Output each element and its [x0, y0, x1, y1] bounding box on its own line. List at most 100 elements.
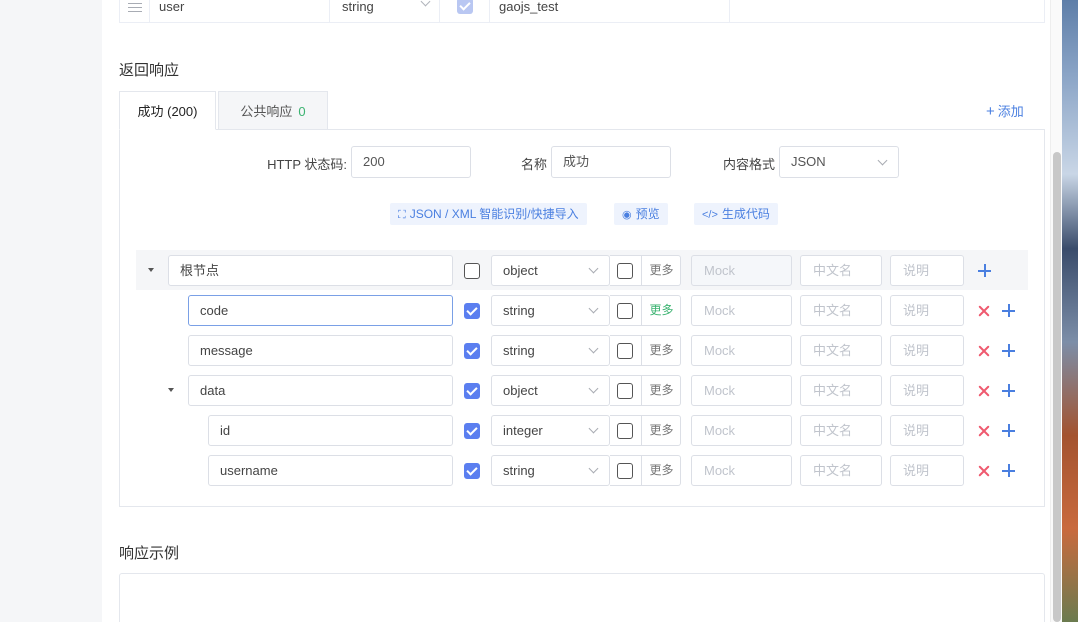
more-button[interactable]: 更多	[641, 416, 681, 445]
desc-input[interactable]: 说明	[890, 255, 964, 286]
tab-badge: 0	[298, 104, 306, 119]
add-child-icon[interactable]	[978, 264, 991, 277]
desc-input[interactable]: 说明	[890, 335, 964, 366]
add-sibling-icon[interactable]	[1002, 344, 1015, 357]
chevron-down-icon	[588, 383, 599, 394]
desc-input[interactable]: 说明	[890, 455, 964, 486]
chevron-down-icon	[877, 155, 888, 166]
scrollbar-thumb[interactable]	[1053, 152, 1061, 622]
field-name-input[interactable]: code	[188, 295, 453, 326]
example-section-title: 响应示例	[119, 545, 180, 562]
required-checkbox[interactable]	[464, 303, 480, 319]
add-sibling-icon[interactable]	[1002, 304, 1015, 317]
mock-input[interactable]: Mock	[691, 295, 792, 326]
cn-name-input[interactable]: 中文名	[800, 255, 882, 286]
required-checkbox[interactable]	[464, 423, 480, 439]
preview-label: 预览	[635, 207, 660, 221]
field-name-input[interactable]: id	[208, 415, 453, 446]
nullable-checkbox[interactable]	[617, 343, 633, 359]
more-cell: 更多	[610, 335, 681, 366]
param-name[interactable]: user	[150, 0, 330, 22]
param-value[interactable]: gaojs_test	[490, 0, 730, 22]
more-cell: 更多	[610, 455, 681, 486]
nullable-checkbox[interactable]	[617, 423, 633, 439]
import-button[interactable]: ⛶ JSON / XML 智能识别/快捷导入	[390, 203, 587, 225]
param-type-value: string	[342, 0, 374, 14]
more-button[interactable]: 更多	[641, 256, 681, 285]
content-format-value: JSON	[791, 154, 826, 169]
drag-handle[interactable]	[120, 0, 150, 22]
delete-icon[interactable]	[978, 425, 990, 437]
add-sibling-icon[interactable]	[1002, 384, 1015, 397]
status-code-input[interactable]: 200	[351, 146, 471, 178]
codegen-label: 生成代码	[721, 207, 770, 221]
code-icon: </>	[702, 209, 718, 221]
field-name-input[interactable]: data	[188, 375, 453, 406]
eye-icon: ◉	[622, 209, 632, 221]
status-code-label: HTTP 状态码:	[267, 157, 347, 172]
nullable-checkbox[interactable]	[617, 263, 633, 279]
tab-common-response[interactable]: 公共响应 0	[218, 91, 328, 130]
delete-icon[interactable]	[978, 305, 990, 317]
cn-name-input[interactable]: 中文名	[800, 415, 882, 446]
type-select[interactable]: string	[491, 295, 610, 326]
mock-input[interactable]: Mock	[691, 255, 792, 286]
nullable-checkbox[interactable]	[617, 463, 633, 479]
chevron-down-icon	[588, 263, 599, 274]
example-editor[interactable]	[119, 573, 1045, 622]
more-cell: 更多	[610, 375, 681, 406]
desc-input[interactable]: 说明	[890, 375, 964, 406]
param-required-checkbox[interactable]	[457, 0, 473, 14]
type-value: string	[503, 343, 535, 358]
more-button[interactable]: 更多	[641, 376, 681, 405]
nullable-checkbox[interactable]	[617, 303, 633, 319]
field-name-input[interactable]: message	[188, 335, 453, 366]
cn-name-input[interactable]: 中文名	[800, 295, 882, 326]
required-checkbox[interactable]	[464, 343, 480, 359]
cn-name-input[interactable]: 中文名	[800, 375, 882, 406]
chevron-down-icon	[420, 0, 431, 7]
mock-input[interactable]: Mock	[691, 455, 792, 486]
more-button[interactable]: 更多	[641, 336, 681, 365]
name-input[interactable]: 成功	[551, 146, 671, 178]
type-select[interactable]: object	[491, 375, 610, 406]
caret-down-icon[interactable]	[168, 388, 174, 392]
type-value: integer	[503, 423, 543, 438]
more-button[interactable]: 更多	[641, 296, 681, 325]
required-checkbox[interactable]	[464, 383, 480, 399]
drag-handle-icon	[128, 0, 142, 12]
required-checkbox[interactable]	[464, 263, 480, 279]
cn-name-input[interactable]: 中文名	[800, 335, 882, 366]
type-select[interactable]: string	[491, 455, 610, 486]
desc-input[interactable]: 说明	[890, 415, 964, 446]
cn-name-input[interactable]: 中文名	[800, 455, 882, 486]
type-select[interactable]: integer	[491, 415, 610, 446]
content-format-select[interactable]: JSON	[779, 146, 899, 178]
mock-input[interactable]: Mock	[691, 415, 792, 446]
more-button[interactable]: 更多	[641, 456, 681, 485]
add-response-button[interactable]: + 添加	[986, 101, 1024, 120]
type-select[interactable]: object	[491, 255, 610, 286]
codegen-button[interactable]: </> 生成代码	[694, 203, 778, 225]
required-checkbox[interactable]	[464, 463, 480, 479]
nullable-checkbox[interactable]	[617, 383, 633, 399]
mock-input[interactable]: Mock	[691, 375, 792, 406]
caret-down-icon[interactable]	[148, 268, 154, 272]
tab-success[interactable]: 成功 (200)	[119, 91, 216, 130]
more-cell: 更多	[610, 255, 681, 286]
param-type-select[interactable]: string	[330, 0, 440, 22]
add-sibling-icon[interactable]	[1002, 464, 1015, 477]
plus-icon: +	[986, 103, 995, 120]
add-response-label: 添加	[997, 104, 1024, 119]
chevron-down-icon	[588, 303, 599, 314]
delete-icon[interactable]	[978, 385, 990, 397]
delete-icon[interactable]	[978, 345, 990, 357]
type-select[interactable]: string	[491, 335, 610, 366]
delete-icon[interactable]	[978, 465, 990, 477]
preview-button[interactable]: ◉ 预览	[614, 203, 668, 225]
add-sibling-icon[interactable]	[1002, 424, 1015, 437]
field-name-input[interactable]: 根节点	[168, 255, 453, 286]
mock-input[interactable]: Mock	[691, 335, 792, 366]
desc-input[interactable]: 说明	[890, 295, 964, 326]
field-name-input[interactable]: username	[208, 455, 453, 486]
